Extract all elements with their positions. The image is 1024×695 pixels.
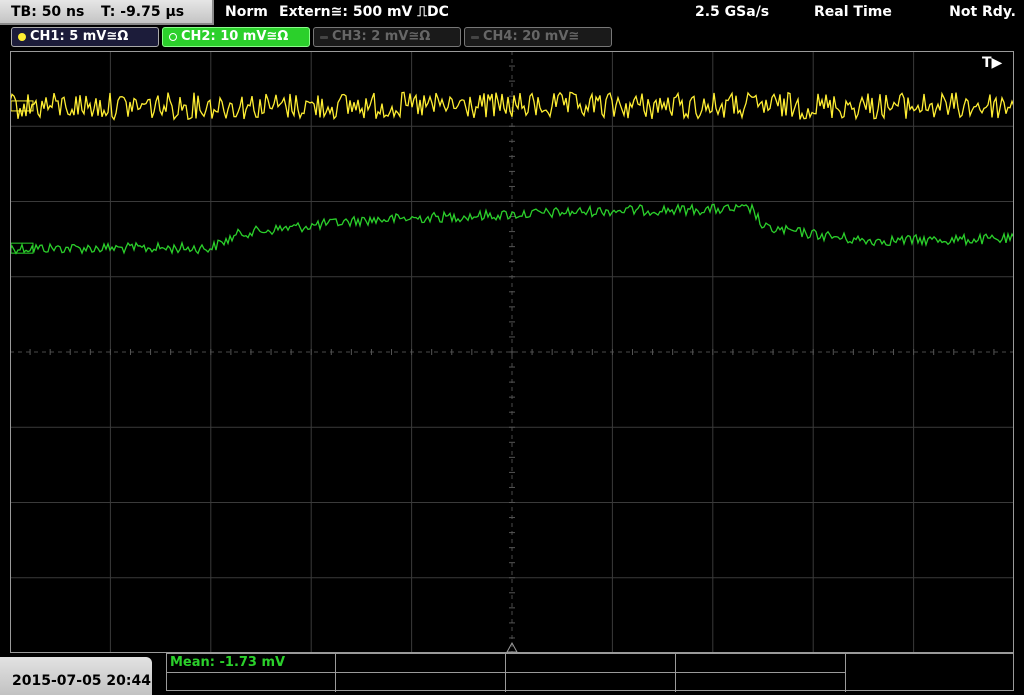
measurement-cell: [506, 654, 676, 673]
channel-tab-ch2[interactable]: CH2: 10 mV≅Ω: [162, 27, 310, 47]
timebase-panel[interactable]: TB: 50 ns T: -9.75 µs: [0, 0, 214, 25]
channel-indicator-icon: [18, 33, 26, 41]
measurement-cell: [336, 673, 506, 692]
trigger-source[interactable]: Extern≅: 500 mV ⎍DC: [279, 4, 449, 20]
channel-label: CH4: 20 mV≅: [483, 29, 580, 44]
measurement-table[interactable]: Mean: -1.73 mV: [166, 653, 1014, 692]
channel-indicator-icon: [169, 33, 177, 41]
channel-off-icon: [471, 36, 479, 39]
measurement-cell: [336, 654, 506, 673]
measurement-cell: [676, 654, 846, 673]
sample-rate[interactable]: 2.5 GSa/s: [695, 4, 769, 20]
acquisition-status: Not Rdy.: [949, 4, 1016, 20]
mean-measurement: Mean: -1.73 mV: [170, 655, 286, 670]
channel-label: CH3: 2 mV≅Ω: [332, 29, 431, 44]
channel-tab-ch3[interactable]: CH3: 2 mV≅Ω: [313, 27, 461, 47]
channel-tab-ch1[interactable]: CH1: 5 mV≅Ω: [11, 27, 159, 47]
channel-tab-ch4[interactable]: CH4: 20 mV≅: [464, 27, 612, 47]
datetime-label: 2015-07-05 20:44: [12, 673, 151, 689]
display-frame: [10, 51, 1014, 653]
channel-off-icon: [320, 36, 328, 39]
datetime-panel: 2015-07-05 20:44: [0, 657, 152, 695]
channel-label: CH1: 5 mV≅Ω: [30, 29, 129, 44]
timebase-value: TB: 50 ns: [11, 4, 85, 20]
trigger-mode[interactable]: Norm: [225, 4, 268, 20]
measurement-cell: [167, 673, 336, 692]
status-bar: TB: 50 ns T: -9.75 µs Norm Extern≅: 500 …: [0, 0, 1024, 25]
measurement-cell: [676, 673, 846, 692]
trigger-position-value: T: -9.75 µs: [101, 4, 185, 20]
channel-label: CH2: 10 mV≅Ω: [181, 29, 289, 44]
acquisition-mode[interactable]: Real Time: [814, 4, 892, 20]
measurement-cell: [506, 673, 676, 692]
